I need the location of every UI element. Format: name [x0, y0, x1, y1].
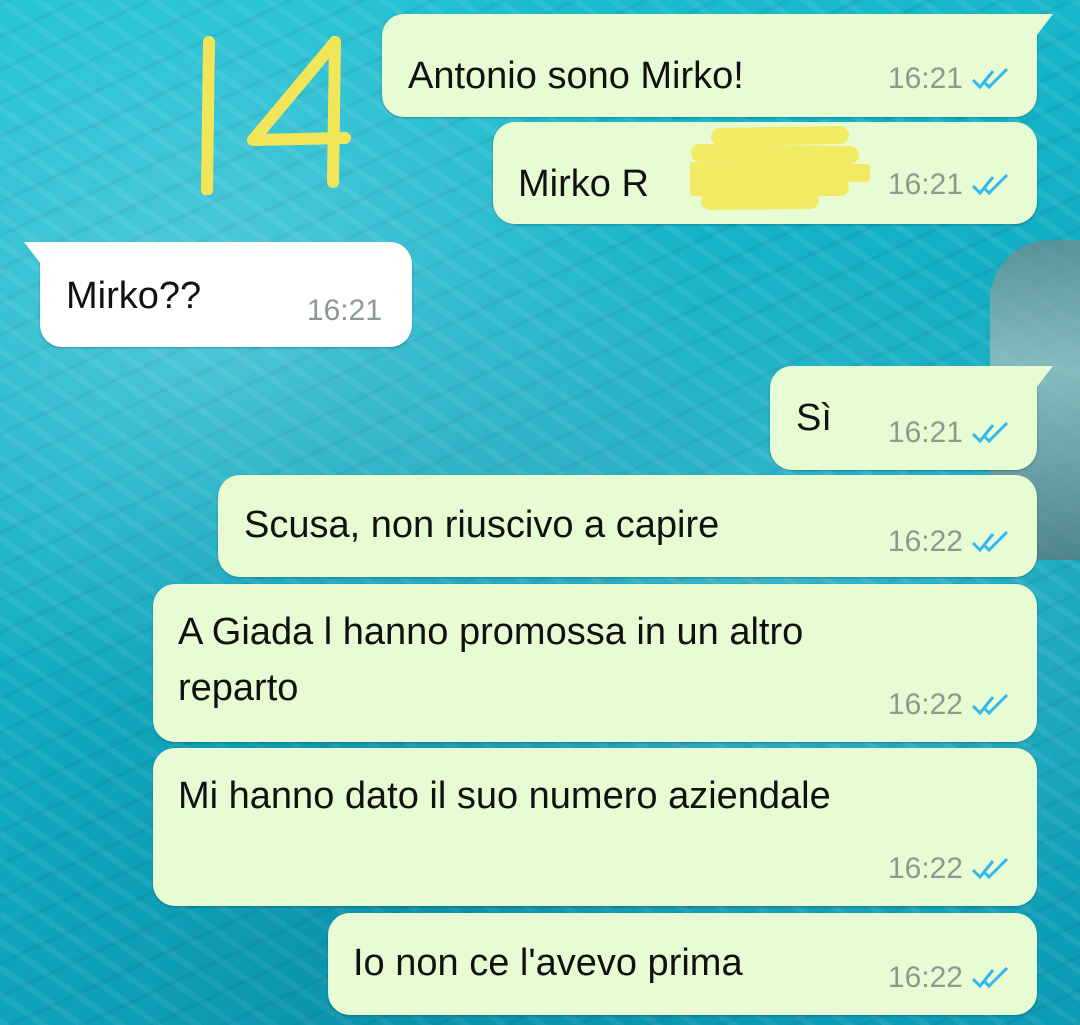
double-check-icon	[971, 530, 1009, 553]
double-check-icon	[971, 857, 1009, 880]
bubble-tail	[24, 242, 44, 268]
message-meta: 16:21	[888, 62, 1015, 96]
message-time: 16:21	[887, 62, 963, 95]
message-meta: 16:21	[888, 168, 1015, 202]
message-text-line-2: reparto	[178, 667, 299, 709]
double-check-icon	[971, 966, 1009, 989]
message-meta: 16:22	[888, 688, 1015, 722]
message-time: 16:21	[887, 416, 963, 449]
message-meta: 16:22	[888, 525, 1015, 559]
message-meta: 16:22	[888, 852, 1015, 886]
message-time: 16:21	[887, 168, 963, 201]
message-bubble-outgoing[interactable]: Antonio sono Mirko! 16:21	[382, 14, 1053, 117]
double-check-icon	[971, 173, 1009, 196]
message-time: 16:22	[887, 688, 963, 721]
message-text: Io non ce l'avevo prima	[353, 942, 743, 984]
message-bubble-outgoing[interactable]: A Giada l hanno promossa in un altro rep…	[153, 584, 1037, 742]
message-text: Antonio sono Mirko!	[408, 55, 744, 97]
message-text-line-1: A Giada l hanno promossa in un altro	[178, 611, 804, 653]
message-time: 16:21	[306, 294, 382, 327]
message-meta: 16:21	[888, 416, 1015, 450]
double-check-icon	[971, 67, 1009, 90]
double-check-icon	[971, 421, 1009, 444]
double-check-icon	[971, 693, 1009, 716]
message-text: Mirko??	[66, 275, 202, 317]
message-bubble-outgoing[interactable]: Scusa, non riuscivo a capire 16:22	[218, 475, 1037, 577]
message-bubble-outgoing[interactable]: Sì 16:21	[770, 366, 1053, 470]
message-text: Mi hanno dato il suo numero aziendale	[178, 775, 831, 817]
message-bubble-outgoing[interactable]: Io non ce l'avevo prima 16:22	[328, 913, 1037, 1015]
bubble-tail	[1033, 366, 1053, 392]
bubble-tail	[1033, 14, 1053, 40]
message-bubble-outgoing[interactable]: Mi hanno dato il suo numero aziendale 16…	[153, 748, 1037, 906]
message-time: 16:22	[887, 961, 963, 994]
message-time: 16:22	[887, 852, 963, 885]
handwritten-annotation-14	[201, 36, 351, 195]
message-text: Mirko R	[518, 163, 649, 205]
redaction-scribble	[690, 126, 870, 210]
message-meta: 16:21	[307, 294, 382, 328]
message-text: Sì	[796, 397, 832, 439]
message-text: Scusa, non riuscivo a capire	[244, 504, 720, 546]
message-meta: 16:22	[888, 961, 1015, 995]
message-bubble-incoming[interactable]: Mirko?? 16:21	[24, 242, 412, 347]
message-time: 16:22	[887, 525, 963, 558]
